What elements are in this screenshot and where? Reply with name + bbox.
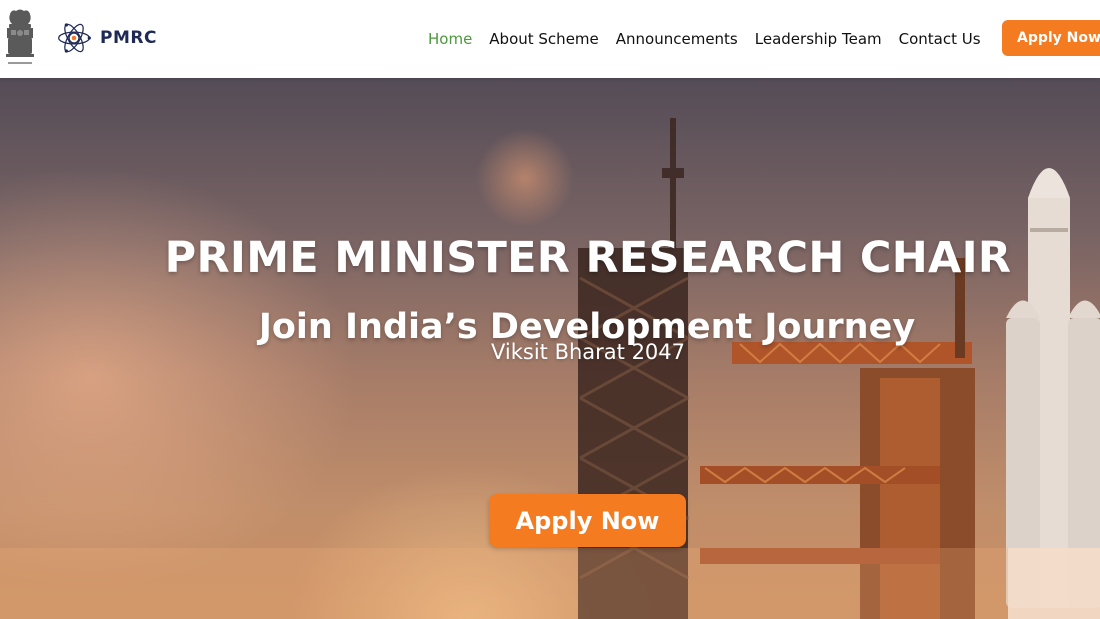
nav-contact-us[interactable]: Contact Us	[899, 30, 981, 48]
nav-about-scheme[interactable]: About Scheme	[489, 30, 598, 48]
header-apply-now-button[interactable]: Apply Now	[1002, 20, 1100, 56]
main-nav: Home About Scheme Announcements Leadersh…	[428, 0, 998, 78]
hero-title: PRIME MINISTER RESEARCH CHAIR	[164, 232, 1012, 283]
nav-announcements[interactable]: Announcements	[616, 30, 738, 48]
national-emblem-icon[interactable]	[2, 8, 38, 68]
hero-apply-now-button[interactable]: Apply Now	[489, 494, 686, 547]
brand-name: PMRC	[100, 28, 157, 48]
nav-leadership-team[interactable]: Leadership Team	[755, 30, 882, 48]
hero-banner: PRIME MINISTER RESEARCH CHAIR Join India…	[0, 78, 1100, 619]
hero-tagline: Viksit Bharat 2047	[490, 340, 686, 364]
atom-logo-icon	[58, 23, 91, 53]
nav-home[interactable]: Home	[428, 30, 472, 48]
site-header: PMRC Home About Scheme Announcements Lea…	[0, 0, 1100, 78]
brand[interactable]: PMRC	[56, 19, 157, 57]
